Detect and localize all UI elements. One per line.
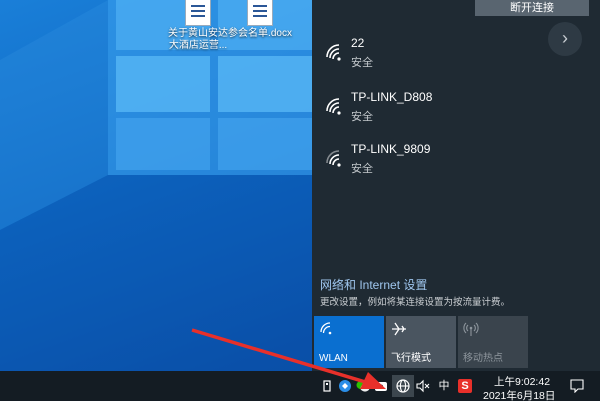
- tile-label: 移动热点: [463, 353, 503, 364]
- wifi-icon: [326, 44, 341, 61]
- network-item-tplink-d808[interactable]: TP-LINK_D808 安全: [312, 86, 542, 130]
- network-name: TP-LINK_9809: [351, 142, 431, 156]
- wechat-icon[interactable]: [356, 379, 370, 393]
- taskbar: 中 S 上午9:02:42 2021年6月18日: [0, 371, 600, 401]
- word-document-icon: [247, 0, 273, 26]
- wlan-toggle[interactable]: WLAN: [314, 316, 384, 368]
- network-status: 安全: [351, 163, 373, 175]
- action-center-icon[interactable]: [570, 379, 584, 394]
- wallpaper-logo: [0, 0, 312, 371]
- usb-icon[interactable]: [320, 379, 334, 393]
- clock-time[interactable]: 上午9:02:42: [494, 374, 550, 389]
- network-settings-link[interactable]: 网络和 Internet 设置: [320, 276, 427, 293]
- network-name: 22: [351, 36, 365, 50]
- network-status: 安全: [351, 57, 373, 69]
- wifi-icon: [326, 150, 341, 167]
- wifi-icon: [320, 322, 332, 335]
- input-method-indicator[interactable]: 中: [437, 379, 451, 393]
- desktop-icon-hotel-doc[interactable]: 关于黄山安达大酒店运营...: [166, 0, 230, 52]
- airplane-mode-toggle[interactable]: 飞行模式: [386, 316, 456, 368]
- app-tray-icon[interactable]: [338, 379, 352, 393]
- disconnect-button[interactable]: 断开连接: [475, 0, 589, 16]
- airplane-icon: [392, 322, 406, 336]
- tile-label: 飞行模式: [391, 353, 431, 364]
- network-tray-icon[interactable]: [392, 375, 414, 397]
- network-status: 安全: [351, 111, 373, 123]
- network-item-22[interactable]: 22 安全: [312, 32, 542, 76]
- desktop-icon-attendee-list[interactable]: 参会名单.docx: [228, 0, 292, 40]
- network-name: TP-LINK_D808: [351, 90, 433, 104]
- desktop-icon-label: 参会名单.docx: [228, 28, 292, 39]
- clock-date[interactable]: 2021年6月18日: [483, 388, 555, 401]
- tile-label: WLAN: [319, 353, 348, 364]
- mobile-hotspot-toggle[interactable]: 移动热点: [458, 316, 528, 368]
- hotspot-icon: [463, 322, 479, 336]
- wifi-icon: [326, 98, 341, 115]
- chevron-right-icon[interactable]: ›: [548, 22, 582, 56]
- app-tray-icon[interactable]: [374, 379, 388, 393]
- volume-muted-icon[interactable]: [416, 379, 430, 393]
- desktop-icon-label: 关于黄山安达大酒店运营...: [168, 28, 228, 51]
- network-flyout: 断开连接 › 22 安全 TP-LINK_D808 安全 TP-LINK_980…: [312, 0, 600, 371]
- sogou-input-icon[interactable]: S: [458, 379, 472, 393]
- word-document-icon: [185, 0, 211, 26]
- network-settings-description: 更改设置，例如将某连接设置为按流量计费。: [320, 297, 511, 308]
- network-item-tplink-9809[interactable]: TP-LINK_9809 安全: [312, 138, 542, 182]
